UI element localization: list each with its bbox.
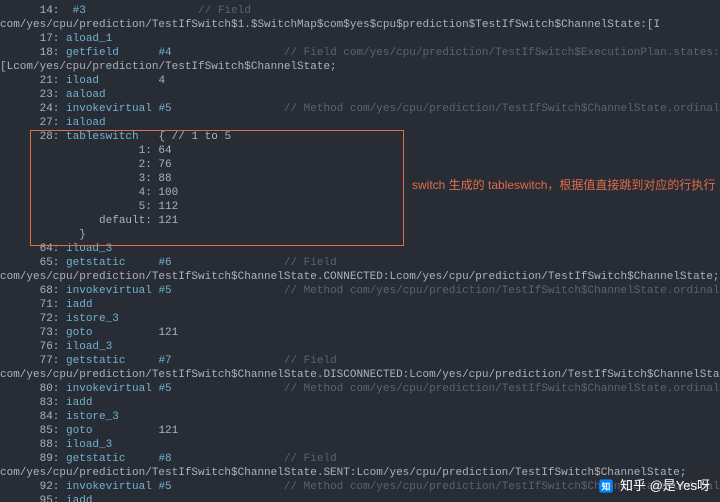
code-line: com/yes/cpu/prediction/TestIfSwitch$Chan… — [0, 270, 720, 284]
code-line: 27: iaload — [0, 116, 720, 130]
code-line: 17: aload_1 — [0, 32, 720, 46]
code-line: 2: 76 — [0, 158, 720, 172]
code-line: 77: getstatic #7 // Field — [0, 354, 720, 368]
code-line: 80: invokevirtual #5 // Method com/yes/c… — [0, 382, 720, 396]
annotation-text: switch 生成的 tableswitch，根据值直接跳到对应的行执行 — [412, 178, 715, 192]
code-line: 71: iadd — [0, 298, 720, 312]
bytecode-listing: 14: #3 // Fieldcom/yes/cpu/prediction/Te… — [0, 4, 720, 502]
code-line: 5: 112 — [0, 200, 720, 214]
code-line: 21: iload 4 — [0, 74, 720, 88]
code-line: 23: aaload — [0, 88, 720, 102]
code-line: 88: iload_3 — [0, 438, 720, 452]
code-line: 64: iload_3 — [0, 242, 720, 256]
code-line: 65: getstatic #6 // Field — [0, 256, 720, 270]
code-line: 28: tableswitch { // 1 to 5 — [0, 130, 720, 144]
code-line: 24: invokevirtual #5 // Method com/yes/c… — [0, 102, 720, 116]
code-line: } — [0, 228, 720, 242]
code-line: 76: iload_3 — [0, 340, 720, 354]
code-line: com/yes/cpu/prediction/TestIfSwitch$Chan… — [0, 368, 720, 382]
code-line: 1: 64 — [0, 144, 720, 158]
code-line: 68: invokevirtual #5 // Method com/yes/c… — [0, 284, 720, 298]
code-view: 14: #3 // Fieldcom/yes/cpu/prediction/Te… — [0, 0, 720, 502]
code-line: default: 121 — [0, 214, 720, 228]
code-line: 72: istore_3 — [0, 312, 720, 326]
code-line: 84: istore_3 — [0, 410, 720, 424]
code-line: 85: goto 121 — [0, 424, 720, 438]
code-line: [Lcom/yes/cpu/prediction/TestIfSwitch$Ch… — [0, 60, 720, 74]
svg-text:知: 知 — [601, 480, 611, 491]
code-line: 14: #3 // Field — [0, 4, 720, 18]
watermark: 知 知乎 @是Yes呀 — [598, 478, 710, 494]
code-line: com/yes/cpu/prediction/TestIfSwitch$1.$S… — [0, 18, 720, 32]
code-line: 18: getfield #4 // Field com/yes/cpu/pre… — [0, 46, 720, 60]
code-line: 95: iadd — [0, 494, 720, 502]
zhihu-icon: 知 — [598, 478, 614, 494]
code-line: 89: getstatic #8 // Field — [0, 452, 720, 466]
code-line: 73: goto 121 — [0, 326, 720, 340]
code-line: 83: iadd — [0, 396, 720, 410]
watermark-text: 知乎 @是Yes呀 — [620, 479, 710, 493]
